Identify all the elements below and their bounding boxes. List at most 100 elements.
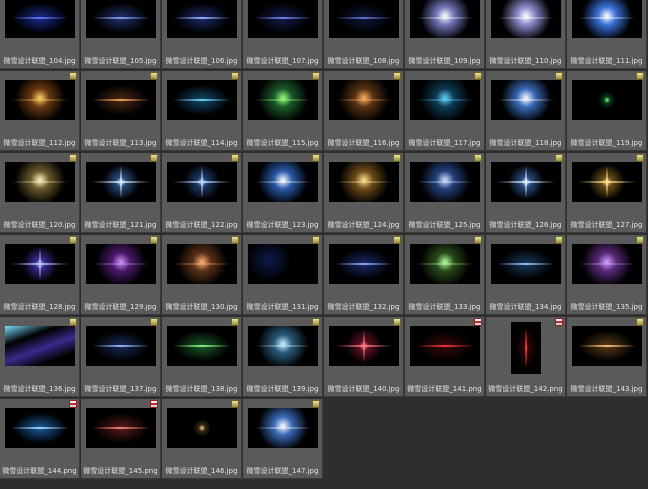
file-thumbnail-item[interactable]: 微雪设计联盟_104.jpg <box>0 0 80 69</box>
light-streak <box>415 99 475 101</box>
image-preview <box>329 326 399 366</box>
lens-flare-glow <box>167 0 237 38</box>
light-streak <box>334 17 394 19</box>
file-thumbnail-item[interactable]: 微雪设计联盟_111.jpg <box>567 0 647 69</box>
file-thumbnail-item[interactable]: 微雪设计联盟_137.jpg <box>81 317 161 397</box>
file-thumbnail-item[interactable]: 微雪设计联盟_143.jpg <box>567 317 647 397</box>
file-name-label: 微雪设计联盟_124.jpg <box>327 221 400 229</box>
jpg-file-icon <box>69 236 77 244</box>
file-thumbnail-item[interactable]: 微雪设计联盟_138.jpg <box>162 317 242 397</box>
image-preview <box>167 326 237 366</box>
file-thumbnail-item[interactable]: 微雪设计联盟_105.jpg <box>81 0 161 69</box>
file-name-label: 微雪设计联盟_118.jpg <box>489 139 562 147</box>
jpg-file-icon <box>312 318 320 326</box>
file-thumbnail-item[interactable]: 微雪设计联盟_142.png <box>486 317 566 397</box>
lens-flare-glow <box>248 244 318 284</box>
file-name-label: 微雪设计联盟_117.jpg <box>408 139 481 147</box>
file-thumbnail-item[interactable]: 微雪设计联盟_139.jpg <box>243 317 323 397</box>
file-name-label: 微雪设计联盟_140.jpg <box>327 385 400 393</box>
jpg-file-icon <box>69 318 77 326</box>
file-thumbnail-item[interactable]: 微雪设计联盟_127.jpg <box>567 153 647 233</box>
file-thumbnail-item[interactable]: 微雪设计联盟_140.jpg <box>324 317 404 397</box>
image-preview <box>86 408 156 448</box>
file-thumbnail-item[interactable]: 微雪设计联盟_132.jpg <box>324 235 404 315</box>
file-name-label: 微雪设计联盟_109.jpg <box>408 57 481 65</box>
file-thumbnail-item[interactable]: 微雪设计联盟_115.jpg <box>243 71 323 151</box>
jpg-file-icon <box>150 236 158 244</box>
lens-flare-glow <box>248 0 318 38</box>
light-streak-vertical <box>525 166 527 198</box>
file-thumbnail-item[interactable]: 微雪设计联盟_135.jpg <box>567 235 647 315</box>
file-thumbnail-item[interactable]: 微雪设计联盟_117.jpg <box>405 71 485 151</box>
jpg-file-icon <box>150 72 158 80</box>
jpg-file-icon <box>231 236 239 244</box>
file-thumbnail-item[interactable]: 微雪设计联盟_136.jpg <box>0 317 80 397</box>
file-thumbnail-item[interactable]: 微雪设计联盟_118.jpg <box>486 71 566 151</box>
file-name-label: 微雪设计联盟_125.jpg <box>408 221 481 229</box>
file-thumbnail-item[interactable]: 微雪设计联盟_134.jpg <box>486 235 566 315</box>
file-thumbnail-item[interactable]: 微雪设计联盟_145.png <box>81 399 161 479</box>
light-streak <box>496 17 556 19</box>
file-name-label: 微雪设计联盟_131.jpg <box>246 303 319 311</box>
image-preview <box>572 162 642 202</box>
file-thumbnail-item[interactable]: 微雪设计联盟_107.jpg <box>243 0 323 69</box>
file-thumbnail-item[interactable]: 微雪设计联盟_128.jpg <box>0 235 80 315</box>
image-preview <box>248 0 318 38</box>
jpg-file-icon <box>231 318 239 326</box>
file-thumbnail-item[interactable]: 微雪设计联盟_124.jpg <box>324 153 404 233</box>
image-preview <box>5 408 75 448</box>
jpg-file-icon <box>231 400 239 408</box>
file-thumbnail-item[interactable]: 微雪设计联盟_119.jpg <box>567 71 647 151</box>
jpg-file-icon <box>555 72 563 80</box>
image-preview <box>5 80 75 120</box>
file-thumbnail-item[interactable]: 微雪设计联盟_114.jpg <box>162 71 242 151</box>
image-preview <box>491 162 561 202</box>
file-thumbnail-item[interactable]: 微雪设计联盟_122.jpg <box>162 153 242 233</box>
file-thumbnail-item[interactable]: 微雪设计联盟_131.jpg <box>243 235 323 315</box>
lens-flare-glow <box>410 0 480 38</box>
file-thumbnail-item[interactable]: 微雪设计联盟_133.jpg <box>405 235 485 315</box>
file-thumbnail-item[interactable]: 微雪设计联盟_120.jpg <box>0 153 80 233</box>
image-preview <box>167 408 237 448</box>
file-thumbnail-item[interactable]: 微雪设计联盟_113.jpg <box>81 71 161 151</box>
image-preview <box>410 244 480 284</box>
file-thumbnail-item[interactable]: 微雪设计联盟_141.png <box>405 317 485 397</box>
file-thumbnail-item[interactable]: 微雪设计联盟_126.jpg <box>486 153 566 233</box>
image-preview <box>86 80 156 120</box>
jpg-file-icon <box>150 154 158 162</box>
file-thumbnail-item[interactable]: 微雪设计联盟_147.jpg <box>243 399 323 479</box>
file-name-label: 微雪设计联盟_135.jpg <box>570 303 643 311</box>
file-thumbnail-item[interactable]: 微雪设计联盟_112.jpg <box>0 71 80 151</box>
light-streak <box>577 263 637 265</box>
file-thumbnail-item[interactable]: 微雪设计联盟_146.jpg <box>162 399 242 479</box>
jpg-file-icon <box>393 318 401 326</box>
file-thumbnail-item[interactable]: 微雪设计联盟_129.jpg <box>81 235 161 315</box>
file-thumbnail-item[interactable]: 微雪设计联盟_106.jpg <box>162 0 242 69</box>
file-thumbnail-item[interactable]: 微雪设计联盟_125.jpg <box>405 153 485 233</box>
image-preview <box>491 0 561 38</box>
light-streak <box>334 263 394 265</box>
light-streak <box>496 99 556 101</box>
file-thumbnail-item[interactable]: 微雪设计联盟_108.jpg <box>324 0 404 69</box>
file-name-label: 微雪设计联盟_121.jpg <box>84 221 157 229</box>
jpg-file-icon <box>555 236 563 244</box>
jpg-file-icon <box>555 154 563 162</box>
file-thumbnail-item[interactable]: 微雪设计联盟_130.jpg <box>162 235 242 315</box>
file-name-label: 微雪设计联盟_133.jpg <box>408 303 481 311</box>
jpg-file-icon <box>312 236 320 244</box>
jpg-file-icon <box>231 154 239 162</box>
file-name-label: 微雪设计联盟_143.jpg <box>570 385 643 393</box>
file-thumbnail-item[interactable]: 微雪设计联盟_116.jpg <box>324 71 404 151</box>
file-name-label: 微雪设计联盟_141.png <box>407 385 482 393</box>
image-preview <box>86 0 156 38</box>
file-thumbnail-item[interactable]: 微雪设计联盟_144.png <box>0 399 80 479</box>
file-thumbnail-item[interactable]: 微雪设计联盟_110.jpg <box>486 0 566 69</box>
file-thumbnail-item[interactable]: 微雪设计联盟_121.jpg <box>81 153 161 233</box>
file-thumbnail-item[interactable]: 微雪设计联盟_123.jpg <box>243 153 323 233</box>
file-name-label: 微雪设计联盟_147.jpg <box>246 467 319 475</box>
png-file-icon <box>150 400 158 408</box>
light-streak <box>577 345 637 347</box>
light-streak <box>91 263 151 265</box>
file-thumbnail-item[interactable]: 微雪设计联盟_109.jpg <box>405 0 485 69</box>
light-streak-vertical <box>120 166 122 198</box>
